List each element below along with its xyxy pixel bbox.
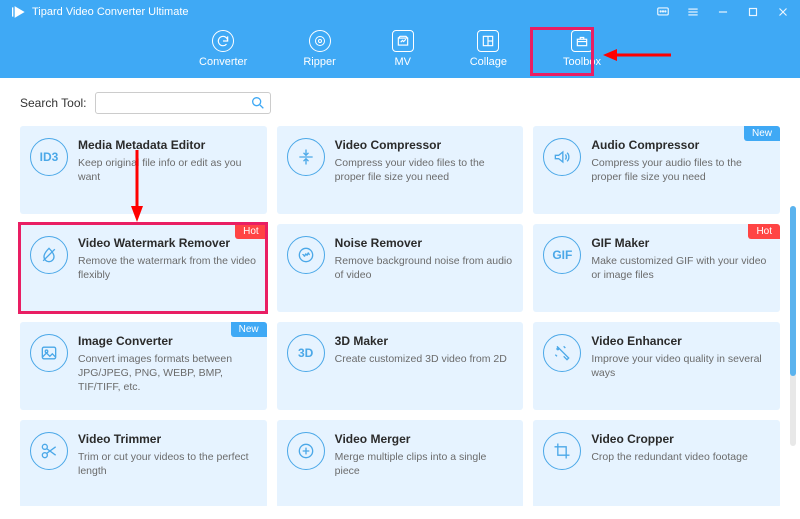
maximize-icon[interactable]	[746, 5, 760, 19]
card-title: Audio Compressor	[591, 138, 770, 152]
annotation-arrow-watermark	[128, 148, 146, 222]
card-video-cropper[interactable]: Video Cropper Crop the redundant video f…	[533, 420, 780, 506]
collage-icon	[481, 34, 495, 48]
search-box	[95, 92, 271, 114]
card-noise-remover[interactable]: Noise Remover Remove background noise fr…	[277, 224, 524, 312]
app-title: Tipard Video Converter Ultimate	[32, 6, 656, 18]
card-desc: Make customized GIF with your video or i…	[591, 254, 770, 282]
badge-new: New	[231, 322, 267, 337]
card-title: 3D Maker	[335, 334, 514, 348]
header: Tipard Video Converter Ultimate Converte…	[0, 0, 800, 78]
scrollbar[interactable]	[790, 206, 796, 446]
card-desc: Remove the watermark from the video flex…	[78, 254, 257, 282]
nav-mv[interactable]: MV	[392, 30, 414, 68]
card-title: Noise Remover	[335, 236, 514, 250]
mv-icon	[396, 34, 410, 48]
nav-converter[interactable]: Converter	[199, 30, 247, 68]
card-title: Image Converter	[78, 334, 257, 348]
watermark-icon	[30, 236, 68, 274]
three-d-icon: 3D	[287, 334, 325, 372]
cropper-icon	[543, 432, 581, 470]
nav: Converter Ripper MV Collage Toolbox	[0, 24, 800, 68]
card-title: GIF Maker	[591, 236, 770, 250]
image-icon	[30, 334, 68, 372]
annotation-arrow-toolbox	[603, 46, 673, 64]
search-icon[interactable]	[250, 95, 266, 111]
audio-compress-icon	[543, 138, 581, 176]
merger-icon	[287, 432, 325, 470]
feedback-icon[interactable]	[656, 5, 670, 19]
annotation-highlight-toolbox	[530, 27, 594, 76]
nav-collage[interactable]: Collage	[470, 30, 507, 68]
card-title: Video Watermark Remover	[78, 236, 257, 250]
card-video-compressor[interactable]: Video Compressor Compress your video fil…	[277, 126, 524, 214]
close-icon[interactable]	[776, 5, 790, 19]
minimize-icon[interactable]	[716, 5, 730, 19]
gif-icon: GIF	[543, 236, 581, 274]
search-row: Search Tool:	[20, 92, 780, 114]
scrollbar-thumb[interactable]	[790, 206, 796, 376]
card-title: Video Cropper	[591, 432, 770, 446]
converter-icon	[216, 34, 230, 48]
nav-label: MV	[394, 56, 411, 68]
card-title: Video Enhancer	[591, 334, 770, 348]
card-title: Video Trimmer	[78, 432, 257, 446]
card-video-enhancer[interactable]: Video Enhancer Improve your video qualit…	[533, 322, 780, 410]
compress-icon	[287, 138, 325, 176]
card-gif-maker[interactable]: Hot GIF GIF Maker Make customized GIF wi…	[533, 224, 780, 312]
card-desc: Improve your video quality in several wa…	[591, 352, 770, 380]
search-label: Search Tool:	[20, 96, 87, 110]
nav-label: Ripper	[303, 56, 335, 68]
id3-icon: ID3	[30, 138, 68, 176]
card-desc: Merge multiple clips into a single piece	[335, 450, 514, 478]
card-desc: Remove background noise from audio of vi…	[335, 254, 514, 282]
search-input[interactable]	[95, 92, 271, 114]
noise-icon	[287, 236, 325, 274]
nav-label: Converter	[199, 56, 247, 68]
card-desc: Keep original file info or edit as you w…	[78, 156, 257, 184]
card-desc: Crop the redundant video footage	[591, 450, 770, 464]
ripper-icon	[314, 35, 326, 47]
card-3d-maker[interactable]: 3D 3D Maker Create customized 3D video f…	[277, 322, 524, 410]
nav-ripper[interactable]: Ripper	[303, 30, 335, 68]
card-desc: Create customized 3D video from 2D	[335, 352, 514, 366]
trimmer-icon	[30, 432, 68, 470]
body: Search Tool: ID3 Media Metadata Editor K…	[0, 78, 800, 516]
card-desc: Convert images formats between JPG/JPEG,…	[78, 352, 257, 395]
badge-new: New	[744, 126, 780, 141]
card-desc: Compress your video files to the proper …	[335, 156, 514, 184]
card-video-trimmer[interactable]: Video Trimmer Trim or cut your videos to…	[20, 420, 267, 506]
nav-label: Collage	[470, 56, 507, 68]
enhancer-icon	[543, 334, 581, 372]
card-watermark-remover[interactable]: Hot Video Watermark Remover Remove the w…	[20, 224, 267, 312]
app-logo-icon	[10, 4, 26, 20]
menu-icon[interactable]	[686, 5, 700, 19]
card-desc: Compress your audio files to the proper …	[591, 156, 770, 184]
titlebar: Tipard Video Converter Ultimate	[0, 0, 800, 24]
card-desc: Trim or cut your videos to the perfect l…	[78, 450, 257, 478]
badge-hot: Hot	[748, 224, 780, 239]
card-title: Video Merger	[335, 432, 514, 446]
window-controls	[656, 5, 790, 19]
card-video-merger[interactable]: Video Merger Merge multiple clips into a…	[277, 420, 524, 506]
badge-hot: Hot	[235, 224, 267, 239]
card-image-converter[interactable]: New Image Converter Convert images forma…	[20, 322, 267, 410]
card-audio-compressor[interactable]: New Audio Compressor Compress your audio…	[533, 126, 780, 214]
card-title: Video Compressor	[335, 138, 514, 152]
card-title: Media Metadata Editor	[78, 138, 257, 152]
